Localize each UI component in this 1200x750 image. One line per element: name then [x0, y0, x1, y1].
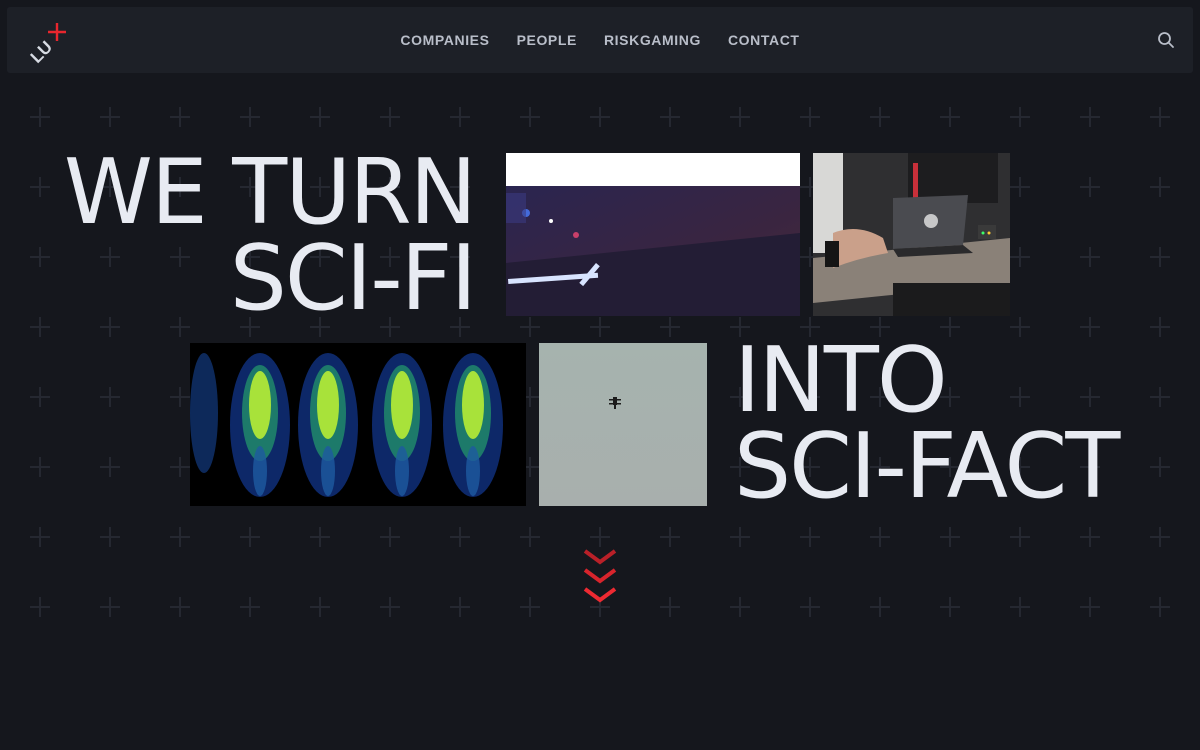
grid-plus — [660, 107, 680, 127]
grid-plus — [450, 597, 470, 617]
hero-line-into: INTO — [734, 328, 948, 433]
grid-plus — [30, 387, 50, 407]
grid-plus — [100, 597, 120, 617]
search-icon — [1158, 32, 1174, 48]
nav-companies[interactable]: COMPANIES — [400, 32, 489, 48]
grid-plus — [240, 107, 260, 127]
grid-plus — [170, 457, 190, 477]
media-tile-drone-arena — [506, 153, 800, 316]
grid-plus — [1080, 317, 1100, 337]
grid-plus — [730, 107, 750, 127]
hero-heading-left: WE TURN SCI-FI — [20, 140, 477, 331]
grid-plus — [520, 527, 540, 547]
media-tile-laptop — [813, 153, 1010, 316]
grid-plus — [590, 527, 610, 547]
grid-plus — [590, 107, 610, 127]
grid-plus — [450, 527, 470, 547]
grid-plus — [940, 527, 960, 547]
grid-plus — [240, 527, 260, 547]
grid-plus — [380, 107, 400, 127]
grid-plus — [1010, 527, 1030, 547]
grid-plus — [30, 107, 50, 127]
grid-plus — [870, 107, 890, 127]
hero-line-sci-fact: SCI-FACT — [734, 414, 1120, 519]
grid-plus — [520, 597, 540, 617]
grid-plus — [380, 597, 400, 617]
grid-plus — [660, 597, 680, 617]
grid-plus — [30, 597, 50, 617]
grid-plus — [170, 107, 190, 127]
grid-plus — [660, 317, 680, 337]
grid-plus — [940, 107, 960, 127]
grid-plus — [100, 457, 120, 477]
lux-logo-icon: LU — [27, 23, 66, 67]
site-header: LU COMPANIES PEOPLE RISKGAMING CONTACT — [7, 7, 1193, 73]
grid-plus — [310, 527, 330, 547]
grid-plus — [1010, 177, 1030, 197]
grid-plus — [660, 527, 680, 547]
grid-plus — [590, 317, 610, 337]
grid-plus — [30, 527, 50, 547]
grid-plus — [870, 597, 890, 617]
grid-plus — [1150, 317, 1170, 337]
grid-plus — [800, 107, 820, 127]
grid-plus — [870, 527, 890, 547]
grid-plus — [450, 107, 470, 127]
scroll-down-button[interactable] — [582, 548, 618, 610]
grid-plus — [100, 387, 120, 407]
nav-riskgaming[interactable]: RISKGAMING — [604, 32, 701, 48]
grid-plus — [1150, 177, 1170, 197]
grid-plus — [310, 597, 330, 617]
search-button[interactable] — [1157, 31, 1175, 49]
nav-contact[interactable]: CONTACT — [728, 32, 800, 48]
grid-plus — [1080, 247, 1100, 267]
grid-plus — [520, 317, 540, 337]
grid-plus — [30, 457, 50, 477]
grid-plus — [1010, 107, 1030, 127]
grid-plus — [1150, 107, 1170, 127]
grid-plus — [100, 107, 120, 127]
chevron-down-icon — [583, 549, 617, 603]
logo[interactable]: LU — [23, 19, 71, 67]
grid-plus — [800, 597, 820, 617]
grid-plus — [1010, 317, 1030, 337]
nav-people[interactable]: PEOPLE — [517, 32, 577, 48]
grid-plus — [1080, 177, 1100, 197]
grid-plus — [310, 107, 330, 127]
grid-plus — [1080, 527, 1100, 547]
grid-plus — [1150, 597, 1170, 617]
grid-plus — [730, 527, 750, 547]
grid-plus — [940, 597, 960, 617]
svg-text:LU: LU — [27, 37, 56, 65]
grid-plus — [1010, 247, 1030, 267]
hero-heading-right: INTO SCI-FACT — [734, 328, 1174, 519]
grid-plus — [1080, 597, 1100, 617]
grid-plus — [100, 527, 120, 547]
grid-plus — [520, 107, 540, 127]
grid-plus — [1150, 247, 1170, 267]
grid-plus — [240, 597, 260, 617]
grid-plus — [170, 387, 190, 407]
grid-plus — [170, 597, 190, 617]
grid-plus — [1080, 107, 1100, 127]
media-tile-drone-sky — [539, 343, 707, 506]
main-nav: COMPANIES PEOPLE RISKGAMING CONTACT — [7, 7, 1193, 73]
media-tile-microscopy — [190, 343, 526, 506]
grid-plus — [170, 527, 190, 547]
grid-plus — [800, 527, 820, 547]
grid-plus — [1010, 597, 1030, 617]
grid-plus — [380, 527, 400, 547]
grid-plus — [1150, 527, 1170, 547]
hero-line-we-turn: WE TURN — [63, 140, 477, 245]
hero-line-sci-fi: SCI-FI — [229, 226, 477, 331]
grid-plus — [730, 597, 750, 617]
